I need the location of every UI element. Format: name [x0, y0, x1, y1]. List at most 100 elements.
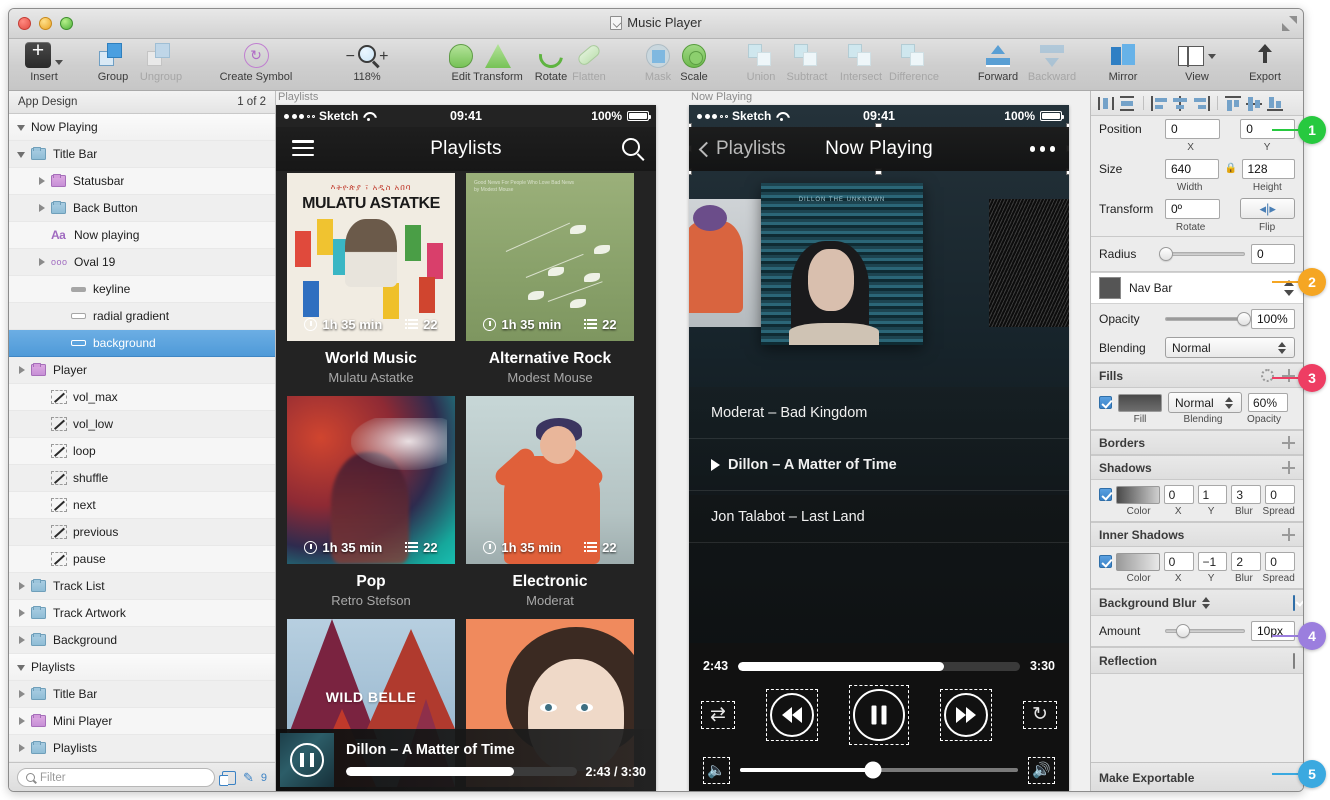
album-cover-next[interactable]	[989, 199, 1069, 327]
inner-shadow-y-field[interactable]: −1	[1198, 552, 1228, 571]
volume-high-button[interactable]: 🔊	[1028, 757, 1055, 784]
volume-slider[interactable]	[740, 768, 1019, 772]
volume-low-button[interactable]: 🔈	[703, 757, 730, 784]
volume-knob[interactable]	[865, 762, 882, 779]
layer-row[interactable]: shuffle	[9, 465, 275, 492]
background-blur-checkbox[interactable]	[1293, 595, 1295, 611]
layer-row[interactable]: background	[9, 330, 275, 357]
add-shadow-button[interactable]	[1282, 461, 1295, 474]
pause-icon[interactable]	[290, 743, 324, 777]
progress-slider[interactable]	[738, 662, 1020, 671]
align-left-icon[interactable]	[1150, 95, 1169, 112]
add-inner-shadow-button[interactable]	[1282, 528, 1295, 541]
playlist-card[interactable]: 1h 35 min22ElectronicModerat	[466, 396, 634, 608]
hamburger-icon[interactable]	[292, 140, 314, 157]
album-cover-previous[interactable]	[689, 199, 769, 327]
shadow-enabled-checkbox[interactable]	[1099, 488, 1112, 501]
inner-shadow-spread-field[interactable]: 0	[1265, 552, 1295, 571]
twisty-closed-icon[interactable]	[37, 257, 48, 268]
shuffle-button[interactable]: ⇄	[701, 701, 735, 729]
artboard-playlists[interactable]: Sketch 09:41 100% Playlists	[276, 105, 656, 791]
layer-row[interactable]: radial gradient	[9, 303, 275, 330]
size-width-field[interactable]: 640	[1165, 159, 1219, 179]
toolbar-forward[interactable]: Forward	[967, 41, 1029, 83]
blur-amount-slider[interactable]	[1165, 629, 1245, 633]
toolbar-difference[interactable]: Difference	[881, 41, 947, 83]
align-middle-icon[interactable]	[1245, 95, 1264, 112]
shadow-blur-field[interactable]: 3	[1231, 485, 1261, 504]
toolbar-ungroup[interactable]: Ungroup	[135, 41, 187, 83]
shadow-color-swatch[interactable]	[1116, 486, 1160, 504]
layer-row[interactable]: oooOval 19	[9, 249, 275, 276]
twisty-closed-icon[interactable]	[17, 716, 28, 727]
zoom-out-icon[interactable]: −	[346, 48, 355, 65]
zoom-in-icon[interactable]: +	[379, 48, 388, 65]
layer-row[interactable]: vol_low	[9, 411, 275, 438]
layer-row[interactable]: Statusbar	[9, 168, 275, 195]
opacity-slider[interactable]	[1165, 317, 1245, 321]
toolbar-export[interactable]: Export	[1237, 41, 1293, 83]
toolbar-zoom[interactable]: − + 118%	[329, 41, 405, 83]
distribute-vertically-icon[interactable]	[1118, 95, 1137, 112]
track-list[interactable]: Moderat – Bad KingdomDillon – A Matter o…	[689, 387, 1069, 643]
toolbar-mirror[interactable]: Mirror	[1099, 41, 1147, 83]
toolbar-backward[interactable]: Backward	[1021, 41, 1083, 83]
twisty-open-icon[interactable]	[17, 149, 28, 160]
twisty-closed-icon[interactable]	[37, 176, 48, 187]
align-top-icon[interactable]	[1224, 95, 1243, 112]
lock-icon[interactable]: 🔒	[1225, 163, 1236, 174]
toolbar-view[interactable]: View	[1169, 41, 1225, 83]
pause-button[interactable]	[849, 685, 909, 745]
fullscreen-icon[interactable]	[1282, 16, 1297, 31]
artboard-nowplaying[interactable]: Sketch 09:41 100% Playlists	[689, 105, 1069, 791]
fill-color-swatch[interactable]	[1118, 394, 1162, 412]
toolbar-union[interactable]: Union	[737, 41, 785, 83]
more-dots-icon[interactable]	[1030, 146, 1056, 152]
twisty-closed-icon[interactable]	[17, 743, 28, 754]
album-carousel[interactable]: DILLON THE UNKNOWN	[689, 183, 1069, 371]
toolbar-subtract[interactable]: Subtract	[781, 41, 833, 83]
inner-shadow-x-field[interactable]: 0	[1164, 552, 1194, 571]
layer-row[interactable]: Title Bar	[9, 681, 275, 708]
twisty-closed-icon[interactable]	[17, 365, 28, 376]
layer-row[interactable]: Track Artwork	[9, 600, 275, 627]
playlists-scroll-area[interactable]: እትዮጵያ ፣ አዲስ አበባMULATU ASTATKE1h 35 min22…	[276, 171, 656, 791]
size-height-field[interactable]: 128	[1242, 159, 1296, 179]
inner-shadow-color-swatch[interactable]	[1116, 553, 1160, 571]
artboard-label-nowplaying[interactable]: Now Playing	[691, 91, 752, 103]
toolbar-create-symbol[interactable]: ↻ Create Symbol	[197, 41, 315, 83]
pencil-icon[interactable]: ✎	[243, 770, 254, 786]
flip-buttons[interactable]: ◂|▸	[1240, 198, 1295, 219]
rotate-field[interactable]: 0º	[1165, 199, 1220, 219]
align-center-icon[interactable]	[1171, 95, 1190, 112]
layer-row[interactable]: pause	[9, 546, 275, 573]
layer-row[interactable]: Player	[9, 357, 275, 384]
inner-shadow-enabled-checkbox[interactable]	[1099, 555, 1112, 568]
blur-type-stepper[interactable]	[1202, 595, 1212, 611]
toolbar-group[interactable]: Group	[89, 41, 137, 83]
layer-row[interactable]: next	[9, 492, 275, 519]
align-right-icon[interactable]	[1192, 95, 1211, 112]
fill-blending-select[interactable]: Normal	[1168, 392, 1242, 413]
layer-row[interactable]: Track List	[9, 573, 275, 600]
inner-shadow-blur-field[interactable]: 2	[1231, 552, 1261, 571]
opacity-field[interactable]: 100%	[1251, 309, 1295, 329]
track-row[interactable]: Jon Talabot – Last Land	[689, 491, 1069, 543]
playlist-card[interactable]: Good News For People Who Love Bad News b…	[466, 173, 634, 385]
layer-row[interactable]: vol_max	[9, 384, 275, 411]
toolbar-insert[interactable]: Insert	[17, 41, 71, 83]
position-x-field[interactable]: 0	[1165, 119, 1220, 139]
twisty-closed-icon[interactable]	[17, 635, 28, 646]
loop-button[interactable]: ↻	[1023, 701, 1057, 729]
layer-row[interactable]: AaNow playing	[9, 222, 275, 249]
playlist-card[interactable]: 1h 35 min22PopRetro Stefson	[287, 396, 455, 608]
layer-row[interactable]: previous	[9, 519, 275, 546]
layer-row[interactable]: Back Button	[9, 195, 275, 222]
flip-horizontal-icon[interactable]: ◂|▸	[1259, 201, 1275, 217]
twisty-closed-icon[interactable]	[17, 608, 28, 619]
shadow-spread-field[interactable]: 0	[1265, 485, 1295, 504]
layer-row[interactable]: Now Playing	[9, 114, 275, 141]
twisty-open-icon[interactable]	[17, 122, 28, 133]
twisty-closed-icon[interactable]	[37, 203, 48, 214]
layer-row[interactable]: Title Bar	[9, 141, 275, 168]
